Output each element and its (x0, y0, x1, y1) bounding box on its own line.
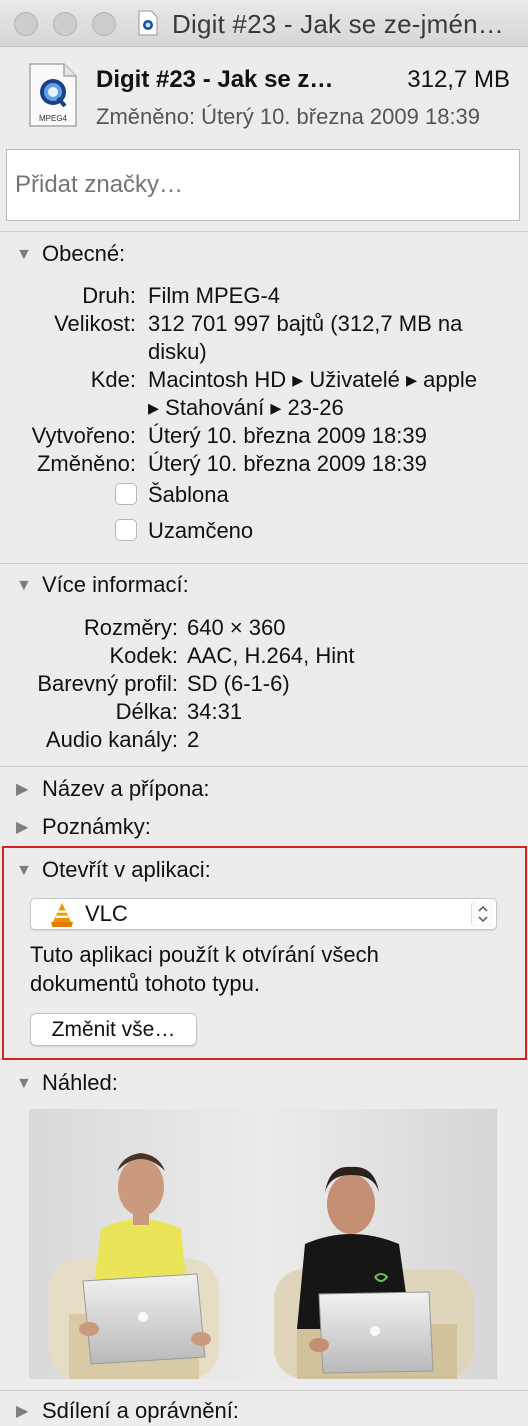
video-preview-thumbnail (29, 1109, 497, 1379)
dimensions-value: 640 × 360 (187, 615, 286, 640)
color-profile-label: Barevný profil: (37, 671, 178, 696)
section-general-title: Obecné: (42, 241, 126, 266)
vlc-icon (51, 903, 73, 927)
modified-label: Změněno: (36, 451, 136, 476)
audio-channels-label: Audio kanály: (45, 727, 178, 752)
section-more-info-title: Více informací: (42, 572, 189, 597)
codec-value: AAC, H.264, Hint (187, 643, 355, 668)
where-value: Macintosh HD ▸ Uživatelé ▸ apple (148, 367, 478, 392)
open-with-app-select[interactable]: VLC (30, 898, 497, 930)
disclosure-expanded-icon: ▼ (16, 577, 32, 594)
file-size: 312,7 MB (407, 66, 510, 93)
tags-input[interactable] (6, 149, 520, 221)
stationery-checkbox[interactable] (115, 483, 137, 505)
disclosure-collapsed-icon: ▶ (16, 781, 29, 798)
minimize-window-button[interactable] (53, 12, 77, 36)
file-modified-date: Změněno: Úterý 10. března 2009 18:39 (96, 104, 481, 129)
audio-channels-value: 2 (187, 727, 200, 752)
disclosure-expanded-icon: ▼ (16, 862, 32, 879)
divider (0, 1390, 528, 1391)
open-with-description: Tuto aplikaci použít k otvírání všech do… (30, 942, 379, 996)
created-value: Úterý 10. března 2009 18:39 (148, 423, 427, 448)
kind-label: Druh: (82, 283, 136, 308)
section-preview-title: Náhled: (42, 1070, 118, 1095)
size-value-continued: disku) (148, 339, 207, 364)
file-name: Digit #23 - Jak se z… (96, 66, 334, 93)
section-name-extension-header[interactable]: ▶ Název a přípona: (16, 776, 210, 802)
duration-label: Délka: (115, 699, 178, 724)
where-value-continued: ▸ Stahování ▸ 23-26 (148, 395, 344, 420)
mpeg4-file-icon: MPEG4 (29, 63, 77, 127)
disclosure-expanded-icon: ▼ (16, 246, 32, 263)
change-all-button[interactable]: Změnit vše… (30, 1013, 197, 1046)
locked-checkbox[interactable] (115, 519, 137, 541)
divider (0, 231, 528, 232)
section-open-with-header[interactable]: ▼ Otevřít v aplikaci: (16, 857, 211, 883)
locked-label: Uzamčeno (148, 518, 254, 543)
codec-label: Kodek: (109, 643, 179, 668)
close-window-button[interactable] (14, 12, 38, 36)
selected-app-name: VLC (85, 901, 128, 926)
size-value: 312 701 997 bajtů (312,7 MB na (148, 311, 463, 336)
dimensions-label: Rozměry: (83, 615, 178, 640)
section-general-header[interactable]: ▼ Obecné: (16, 241, 125, 267)
section-sharing-header[interactable]: ▶ Sdílení a oprávnění: (16, 1398, 239, 1424)
divider (0, 563, 528, 564)
title-bar: Digit #23 - Jak se ze-jmén… (0, 0, 528, 47)
file-icon-label: MPEG4 (39, 114, 68, 123)
quicktime-document-icon (138, 10, 158, 36)
color-profile-value: SD (6-1-6) (187, 671, 290, 696)
divider (0, 766, 528, 767)
section-comments-header[interactable]: ▶ Poznámky: (16, 814, 151, 840)
duration-value: 34:31 (187, 699, 243, 724)
disclosure-collapsed-icon: ▶ (16, 819, 29, 836)
kind-value: Film MPEG-4 (148, 283, 280, 308)
modified-value: Úterý 10. března 2009 18:39 (148, 451, 427, 476)
section-open-with-title: Otevřít v aplikaci: (42, 857, 211, 882)
zoom-window-button[interactable] (92, 12, 116, 36)
popup-stepper-icon (471, 901, 494, 927)
disclosure-collapsed-icon: ▶ (16, 1403, 29, 1420)
window-title: Digit #23 - Jak se ze-jmén… (172, 9, 504, 39)
section-preview-header[interactable]: ▼ Náhled: (16, 1070, 118, 1096)
section-more-info-header[interactable]: ▼ Více informací: (16, 572, 189, 598)
created-label: Vytvořeno: (31, 423, 136, 448)
section-name-extension-title: Název a přípona: (42, 776, 210, 801)
section-sharing-title: Sdílení a oprávnění: (42, 1398, 239, 1423)
size-label: Velikost: (54, 311, 136, 336)
disclosure-expanded-icon: ▼ (16, 1075, 32, 1092)
where-label: Kde: (90, 367, 136, 392)
section-comments-title: Poznámky: (42, 814, 151, 839)
stationery-label: Šablona (148, 482, 229, 507)
